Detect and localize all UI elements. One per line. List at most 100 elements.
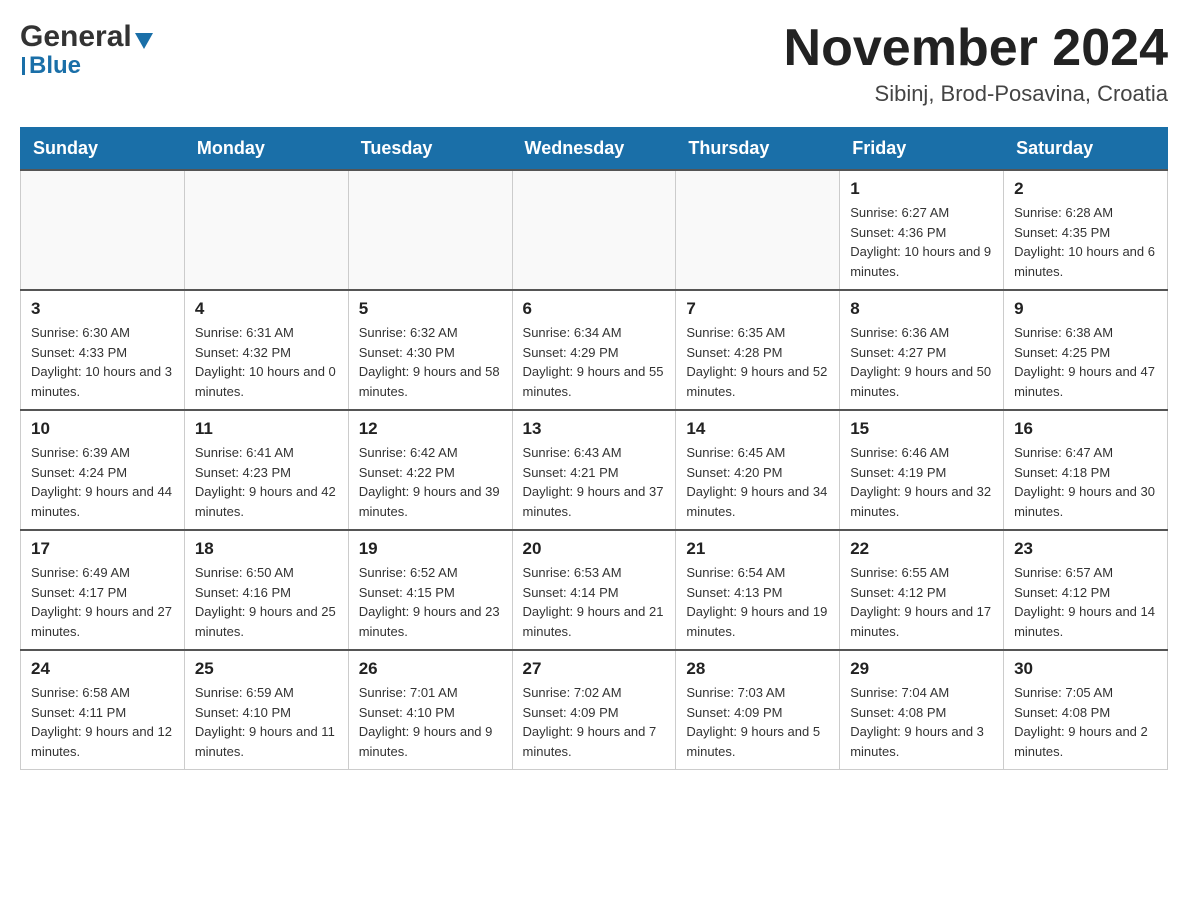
day-number: 7 <box>686 299 829 319</box>
day-info: Sunrise: 7:05 AM Sunset: 4:08 PM Dayligh… <box>1014 683 1157 761</box>
calendar-cell <box>676 170 840 290</box>
day-info: Sunrise: 6:34 AM Sunset: 4:29 PM Dayligh… <box>523 323 666 401</box>
day-info: Sunrise: 6:46 AM Sunset: 4:19 PM Dayligh… <box>850 443 993 521</box>
weekday-header-friday: Friday <box>840 128 1004 171</box>
day-info: Sunrise: 6:52 AM Sunset: 4:15 PM Dayligh… <box>359 563 502 641</box>
day-number: 18 <box>195 539 338 559</box>
day-number: 1 <box>850 179 993 199</box>
day-info: Sunrise: 6:53 AM Sunset: 4:14 PM Dayligh… <box>523 563 666 641</box>
day-number: 24 <box>31 659 174 679</box>
calendar-cell <box>348 170 512 290</box>
day-info: Sunrise: 6:39 AM Sunset: 4:24 PM Dayligh… <box>31 443 174 521</box>
calendar-cell: 1 Sunrise: 6:27 AM Sunset: 4:36 PM Daylig… <box>840 170 1004 290</box>
calendar-cell: 30Sunrise: 7:05 AM Sunset: 4:08 PM Dayli… <box>1004 650 1168 770</box>
day-info: Sunrise: 6:59 AM Sunset: 4:10 PM Dayligh… <box>195 683 338 761</box>
calendar-cell <box>184 170 348 290</box>
day-info: Sunrise: 7:03 AM Sunset: 4:09 PM Dayligh… <box>686 683 829 761</box>
logo-triangle-icon <box>135 33 153 49</box>
weekday-header-monday: Monday <box>184 128 348 171</box>
day-info: Sunrise: 6:38 AM Sunset: 4:25 PM Dayligh… <box>1014 323 1157 401</box>
day-info: Sunrise: 7:02 AM Sunset: 4:09 PM Dayligh… <box>523 683 666 761</box>
month-title: November 2024 <box>784 20 1168 77</box>
day-number: 26 <box>359 659 502 679</box>
calendar-cell: 25 Sunrise: 6:59 AM Sunset: 4:10 PM Dayli… <box>184 650 348 770</box>
day-info: Sunrise: 6:30 AM Sunset: 4:33 PM Dayligh… <box>31 323 174 401</box>
calendar-cell: 2Sunrise: 6:28 AM Sunset: 4:35 PM Daylig… <box>1004 170 1168 290</box>
day-info: Sunrise: 6:47 AM Sunset: 4:18 PM Dayligh… <box>1014 443 1157 521</box>
calendar-cell: 29 Sunrise: 7:04 AM Sunset: 4:08 PM Dayli… <box>840 650 1004 770</box>
day-info: Sunrise: 6:36 AM Sunset: 4:27 PM Dayligh… <box>850 323 993 401</box>
week-row-2: 3Sunrise: 6:30 AM Sunset: 4:33 PM Daylig… <box>21 290 1168 410</box>
weekday-header-thursday: Thursday <box>676 128 840 171</box>
day-number: 10 <box>31 419 174 439</box>
day-number: 27 <box>523 659 666 679</box>
calendar-cell: 24 Sunrise: 6:58 AM Sunset: 4:11 PM Dayli… <box>21 650 185 770</box>
day-info: Sunrise: 6:31 AM Sunset: 4:32 PM Dayligh… <box>195 323 338 401</box>
day-number: 19 <box>359 539 502 559</box>
day-number: 14 <box>686 419 829 439</box>
day-number: 8 <box>850 299 993 319</box>
day-number: 17 <box>31 539 174 559</box>
day-info: Sunrise: 6:32 AM Sunset: 4:30 PM Dayligh… <box>359 323 502 401</box>
weekday-header-tuesday: Tuesday <box>348 128 512 171</box>
calendar-cell: 19 Sunrise: 6:52 AM Sunset: 4:15 PM Dayli… <box>348 530 512 650</box>
day-info: Sunrise: 6:43 AM Sunset: 4:21 PM Dayligh… <box>523 443 666 521</box>
day-number: 20 <box>523 539 666 559</box>
title-area: November 2024 Sibinj, Brod-Posavina, Cro… <box>784 20 1168 107</box>
day-info: Sunrise: 6:57 AM Sunset: 4:12 PM Dayligh… <box>1014 563 1157 641</box>
calendar-cell: 28 Sunrise: 7:03 AM Sunset: 4:09 PM Dayli… <box>676 650 840 770</box>
weekday-header-row: SundayMondayTuesdayWednesdayThursdayFrid… <box>21 128 1168 171</box>
day-number: 9 <box>1014 299 1157 319</box>
calendar-cell: 27 Sunrise: 7:02 AM Sunset: 4:09 PM Dayli… <box>512 650 676 770</box>
location-title: Sibinj, Brod-Posavina, Croatia <box>784 81 1168 107</box>
day-number: 23 <box>1014 539 1157 559</box>
day-number: 16 <box>1014 419 1157 439</box>
day-number: 25 <box>195 659 338 679</box>
day-info: Sunrise: 6:28 AM Sunset: 4:35 PM Dayligh… <box>1014 203 1157 281</box>
header: General Blue November 2024 Sibinj, Brod-… <box>20 20 1168 107</box>
day-info: Sunrise: 6:58 AM Sunset: 4:11 PM Dayligh… <box>31 683 174 761</box>
calendar-cell: 5 Sunrise: 6:32 AM Sunset: 4:30 PM Daylig… <box>348 290 512 410</box>
calendar-cell: 12 Sunrise: 6:42 AM Sunset: 4:22 PM Dayli… <box>348 410 512 530</box>
calendar-cell: 18 Sunrise: 6:50 AM Sunset: 4:16 PM Dayli… <box>184 530 348 650</box>
day-info: Sunrise: 6:42 AM Sunset: 4:22 PM Dayligh… <box>359 443 502 521</box>
calendar-cell: 6 Sunrise: 6:34 AM Sunset: 4:29 PM Daylig… <box>512 290 676 410</box>
calendar-cell: 17 Sunrise: 6:49 AM Sunset: 4:17 PM Dayli… <box>21 530 185 650</box>
calendar-cell: 4Sunrise: 6:31 AM Sunset: 4:32 PM Daylig… <box>184 290 348 410</box>
weekday-header-sunday: Sunday <box>21 128 185 171</box>
calendar-cell: 26Sunrise: 7:01 AM Sunset: 4:10 PM Dayli… <box>348 650 512 770</box>
weekday-header-saturday: Saturday <box>1004 128 1168 171</box>
day-number: 5 <box>359 299 502 319</box>
day-number: 29 <box>850 659 993 679</box>
weekday-header-wednesday: Wednesday <box>512 128 676 171</box>
week-row-5: 24 Sunrise: 6:58 AM Sunset: 4:11 PM Dayli… <box>21 650 1168 770</box>
day-info: Sunrise: 6:49 AM Sunset: 4:17 PM Dayligh… <box>31 563 174 641</box>
day-number: 6 <box>523 299 666 319</box>
day-number: 11 <box>195 419 338 439</box>
day-number: 12 <box>359 419 502 439</box>
day-info: Sunrise: 6:45 AM Sunset: 4:20 PM Dayligh… <box>686 443 829 521</box>
calendar-cell: 23 Sunrise: 6:57 AM Sunset: 4:12 PM Dayli… <box>1004 530 1168 650</box>
calendar-cell: 14 Sunrise: 6:45 AM Sunset: 4:20 PM Dayli… <box>676 410 840 530</box>
day-number: 28 <box>686 659 829 679</box>
calendar-cell: 13 Sunrise: 6:43 AM Sunset: 4:21 PM Dayli… <box>512 410 676 530</box>
calendar-cell <box>512 170 676 290</box>
week-row-3: 10 Sunrise: 6:39 AM Sunset: 4:24 PM Dayli… <box>21 410 1168 530</box>
day-info: Sunrise: 6:41 AM Sunset: 4:23 PM Dayligh… <box>195 443 338 521</box>
day-info: Sunrise: 6:55 AM Sunset: 4:12 PM Dayligh… <box>850 563 993 641</box>
calendar-cell: 21Sunrise: 6:54 AM Sunset: 4:13 PM Dayli… <box>676 530 840 650</box>
day-number: 15 <box>850 419 993 439</box>
day-info: Sunrise: 6:50 AM Sunset: 4:16 PM Dayligh… <box>195 563 338 641</box>
logo-blue-text: Blue <box>29 52 81 80</box>
calendar-cell <box>21 170 185 290</box>
calendar-cell: 20 Sunrise: 6:53 AM Sunset: 4:14 PM Dayli… <box>512 530 676 650</box>
day-info: Sunrise: 6:27 AM Sunset: 4:36 PM Dayligh… <box>850 203 993 281</box>
day-info: Sunrise: 6:35 AM Sunset: 4:28 PM Dayligh… <box>686 323 829 401</box>
week-row-4: 17 Sunrise: 6:49 AM Sunset: 4:17 PM Dayli… <box>21 530 1168 650</box>
day-info: Sunrise: 6:54 AM Sunset: 4:13 PM Dayligh… <box>686 563 829 641</box>
day-number: 22 <box>850 539 993 559</box>
calendar-cell: 15 Sunrise: 6:46 AM Sunset: 4:19 PM Dayli… <box>840 410 1004 530</box>
day-info: Sunrise: 7:04 AM Sunset: 4:08 PM Dayligh… <box>850 683 993 761</box>
day-number: 13 <box>523 419 666 439</box>
calendar-cell: 8 Sunrise: 6:36 AM Sunset: 4:27 PM Daylig… <box>840 290 1004 410</box>
